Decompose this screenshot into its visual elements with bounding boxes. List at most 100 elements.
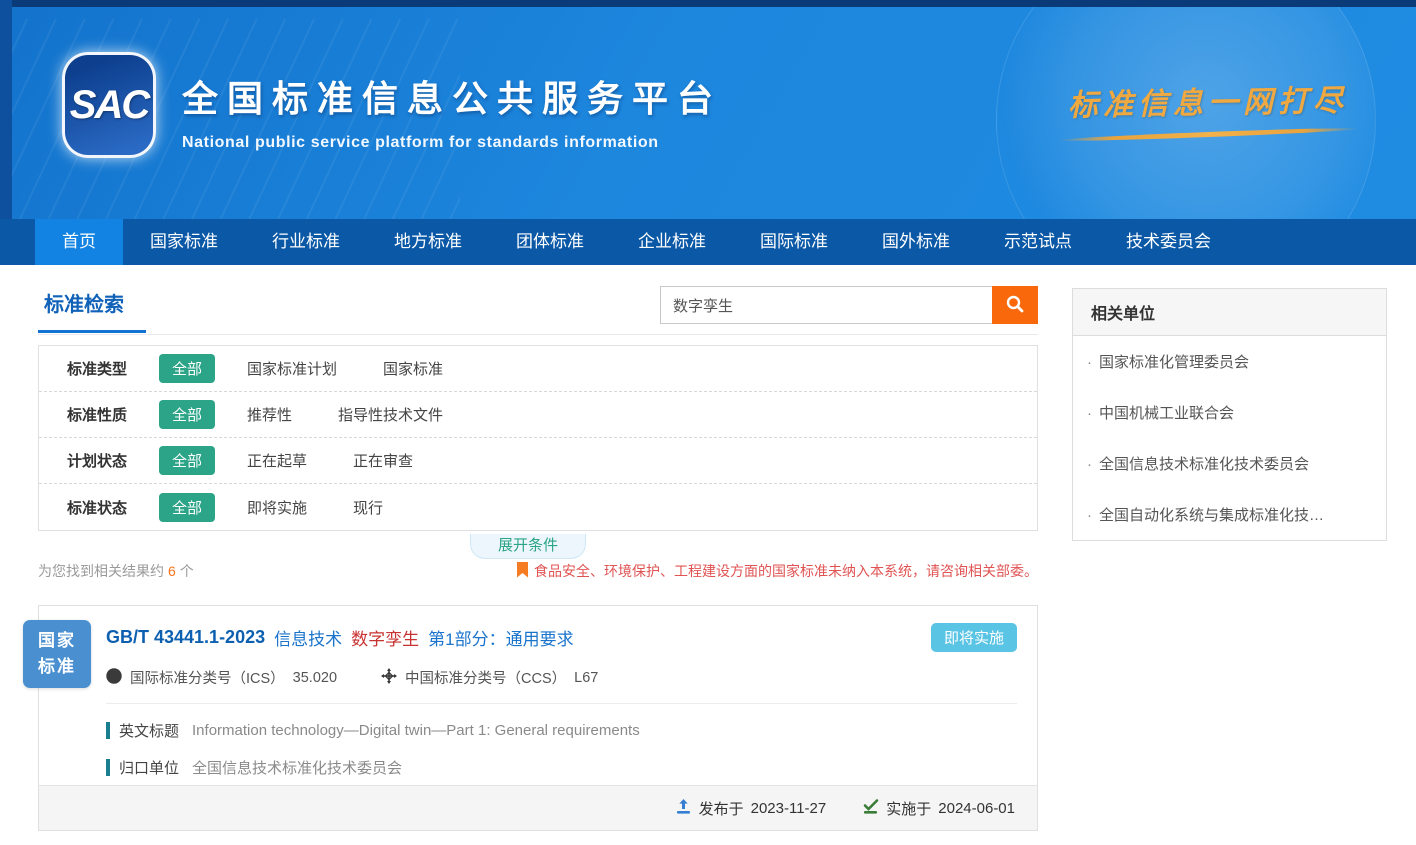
- search-button[interactable]: [992, 286, 1038, 324]
- filter-options: 推荐性 指导性技术文件: [247, 404, 443, 425]
- standard-title-part2[interactable]: 第1部分：通用要求: [428, 625, 573, 650]
- tab-standard-search[interactable]: 标准检索: [38, 284, 146, 333]
- standard-title-part1[interactable]: 信息技术: [274, 625, 342, 650]
- classification-row: 国际标准分类号（ICS） 35.020 中国标准分类号（CCS） L6: [106, 667, 1017, 688]
- upload-icon: [675, 798, 692, 819]
- ics-label: 国际标准分类号（ICS）: [130, 667, 285, 688]
- filter-option[interactable]: 国家标准计划: [247, 358, 337, 379]
- search-row: 标准检索: [38, 284, 1038, 335]
- implement-date-item: 实施于 2024-06-01: [862, 798, 1015, 819]
- filter-options: 正在起草 正在审查: [247, 450, 413, 471]
- filter-label: 标准性质: [67, 404, 159, 425]
- nav-item-technical-committee[interactable]: 技术委员会: [1099, 219, 1238, 265]
- search-input[interactable]: [660, 286, 992, 324]
- filter-all-button[interactable]: 全部: [159, 446, 215, 475]
- accent-bar: [106, 759, 110, 776]
- top-strip: [0, 0, 1416, 7]
- search-box: [660, 286, 1038, 324]
- department-label: 归口单位: [119, 757, 179, 778]
- sidebar-item-label: 全国信息技术标准化技术委员会: [1099, 456, 1309, 473]
- department-row: 归口单位 全国信息技术标准化技术委员会: [106, 757, 1017, 778]
- filter-label: 计划状态: [67, 450, 159, 471]
- result-count-prefix: 为您找到相关结果约: [38, 563, 164, 579]
- slogan-block: 标准信息一网打尽: [1058, 75, 1359, 139]
- nav-item-home[interactable]: 首页: [35, 219, 123, 265]
- filter-option[interactable]: 即将实施: [247, 497, 307, 518]
- filter-all-button[interactable]: 全部: [159, 493, 215, 522]
- department-value: 全国信息技术标准化技术委员会: [192, 757, 402, 778]
- nav-item-foreign-standards[interactable]: 国外标准: [855, 219, 977, 265]
- filter-all-button[interactable]: 全部: [159, 400, 215, 429]
- brand-block: 全国标准信息公共服务平台 National public service pla…: [182, 70, 722, 152]
- sidebar-item-automation-committee[interactable]: · 全国自动化系统与集成标准化技…: [1073, 489, 1386, 540]
- nav-item-international-standards[interactable]: 国际标准: [733, 219, 855, 265]
- filter-row-plan-status: 计划状态 全部 正在起草 正在审查: [39, 438, 1037, 484]
- filter-all-button[interactable]: 全部: [159, 354, 215, 383]
- site-subtitle: National public service platform for sta…: [182, 134, 722, 152]
- filter-option[interactable]: 正在审查: [353, 450, 413, 471]
- filter-row-nature: 标准性质 全部 推荐性 指导性技术文件: [39, 392, 1037, 438]
- implement-date: 2024-06-01: [938, 800, 1015, 817]
- sidebar-item-it-committee[interactable]: ·全国信息技术标准化技术委员会: [1073, 438, 1386, 489]
- nav-item-group-standards[interactable]: 团体标准: [489, 219, 611, 265]
- main-nav: 首页 国家标准 行业标准 地方标准 团体标准 企业标准 国际标准 国外标准 示范…: [0, 219, 1416, 265]
- result-card: 国家 标准 GB/T 43441.1-2023 信息技术 数字孪生 第1部分：通…: [38, 605, 1038, 831]
- nav-item-national-standards[interactable]: 国家标准: [123, 219, 245, 265]
- card-body: GB/T 43441.1-2023 信息技术 数字孪生 第1部分：通用要求 即将…: [39, 606, 1037, 778]
- nav-item-industry-standards[interactable]: 行业标准: [245, 219, 367, 265]
- site-title: 全国标准信息公共服务平台: [182, 70, 722, 122]
- nav-item-pilot[interactable]: 示范试点: [977, 219, 1099, 265]
- standard-title-keyword[interactable]: 数字孪生: [351, 625, 419, 650]
- standard-code-link[interactable]: GB/T 43441.1-2023: [106, 627, 265, 648]
- type-badge-line1: 国家: [38, 628, 76, 654]
- related-units-title: 相关单位: [1073, 289, 1386, 336]
- ccs-group: 中国标准分类号（CCS） L67: [381, 667, 598, 688]
- notice-text: 食品安全、环境保护、工程建设方面的国家标准未纳入本系统，请咨询相关部委。: [534, 561, 1038, 581]
- status-badge: 即将实施: [931, 623, 1017, 652]
- type-badge-line2: 标准: [38, 654, 76, 680]
- card-divider: [106, 703, 1017, 704]
- left-strip: [0, 0, 12, 219]
- sac-logo[interactable]: SAC: [62, 52, 156, 158]
- implement-label: 实施于: [886, 798, 931, 819]
- filter-option[interactable]: 国家标准: [383, 358, 443, 379]
- filter-option[interactable]: 现行: [353, 497, 383, 518]
- publish-label: 发布于: [699, 798, 744, 819]
- filter-option[interactable]: 推荐性: [247, 404, 292, 425]
- magnifier-icon: [1005, 294, 1025, 317]
- filter-options: 国家标准计划 国家标准: [247, 358, 443, 379]
- standard-type-badge: 国家 标准: [23, 620, 91, 688]
- related-units-panel: 相关单位 ·国家标准化管理委员会 ·中国机械工业联合会 ·全国信息技术标准化技术…: [1072, 288, 1387, 541]
- slogan-text: 标准信息一网打尽: [1058, 75, 1359, 124]
- filter-row-standard-status: 标准状态 全部 即将实施 现行: [39, 484, 1037, 530]
- english-title-value: Information technology—Digital twin—Part…: [192, 722, 640, 739]
- bullet-dot: ·: [1087, 507, 1092, 524]
- page: SAC 全国标准信息公共服务平台 National public service…: [0, 0, 1416, 845]
- filter-option[interactable]: 正在起草: [247, 450, 307, 471]
- compass-icon: [381, 668, 397, 688]
- publish-date-item: 发布于 2023-11-27: [675, 798, 827, 819]
- result-count-number: 6: [164, 563, 180, 579]
- expand-conditions-button[interactable]: 展开条件: [470, 534, 586, 559]
- bullet-dot: ·: [1087, 405, 1092, 422]
- sidebar-item-samr[interactable]: ·国家标准化管理委员会: [1073, 336, 1386, 387]
- card-footer: 发布于 2023-11-27 实施于 2024-06-01: [39, 785, 1037, 830]
- english-title-row: 英文标题 Information technology—Digital twin…: [106, 720, 1017, 741]
- english-title-label: 英文标题: [119, 720, 179, 741]
- results-meta: 为您找到相关结果约6个 食品安全、环境保护、工程建设方面的国家标准未纳入本系统，…: [38, 561, 1038, 581]
- sidebar-item-label: 全国自动化系统与集成标准化技…: [1099, 507, 1324, 524]
- accent-bar: [106, 722, 110, 739]
- ccs-value: L67: [574, 670, 598, 686]
- filter-row-type: 标准类型 全部 国家标准计划 国家标准: [39, 346, 1037, 392]
- ccs-label: 中国标准分类号（CCS）: [405, 667, 566, 688]
- result-count: 为您找到相关结果约6个: [38, 561, 194, 581]
- filter-option[interactable]: 指导性技术文件: [338, 404, 443, 425]
- bullet-dot: ·: [1087, 354, 1092, 371]
- publish-date: 2023-11-27: [751, 800, 827, 817]
- sidebar-item-cmif[interactable]: ·中国机械工业联合会: [1073, 387, 1386, 438]
- check-icon: [862, 798, 879, 819]
- standard-title-row: GB/T 43441.1-2023 信息技术 数字孪生 第1部分：通用要求 即将…: [106, 623, 1017, 652]
- nav-item-enterprise-standards[interactable]: 企业标准: [611, 219, 733, 265]
- ics-value: 35.020: [293, 670, 337, 686]
- nav-item-local-standards[interactable]: 地方标准: [367, 219, 489, 265]
